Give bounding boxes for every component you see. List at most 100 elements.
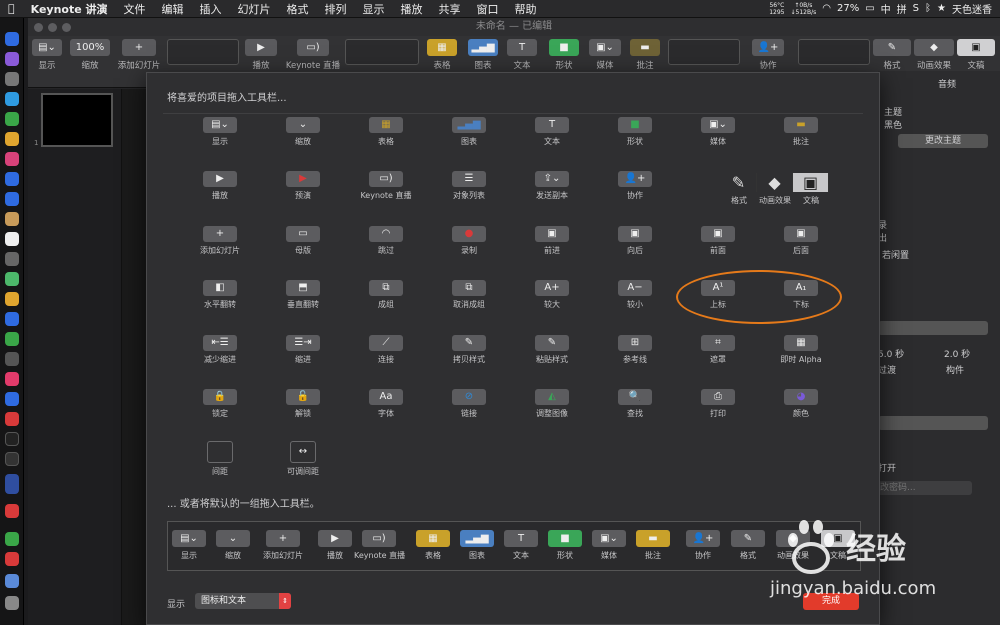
item-decrease-indent[interactable]: ⇤☰ 减少缩进 [185, 335, 255, 365]
sogou-icon[interactable]: S [913, 3, 919, 14]
toolbar-add-slide[interactable]: + 添加幻灯片 [114, 39, 164, 71]
finder-icon[interactable] [5, 32, 19, 46]
default-item-view[interactable]: ▤⌄ 显示 [164, 530, 214, 561]
default-item-add-slide[interactable]: + 添加幻灯片 [258, 530, 308, 561]
activity-monitor-icon[interactable] [5, 452, 19, 466]
input-method-pinyin[interactable]: 拼 [897, 1, 907, 16]
terminal-icon[interactable] [5, 432, 19, 446]
item-instant-alpha[interactable]: ▦ 即时 Alpha [766, 335, 836, 365]
item-master[interactable]: ▭ 母版 [268, 226, 338, 256]
apple-icon[interactable]:  [0, 2, 23, 15]
toolbar-keynote-live[interactable]: ▭) Keynote 直播 [282, 39, 344, 71]
menu-view[interactable]: 显示 [355, 1, 393, 17]
item-smaller[interactable]: A− 较小 [600, 280, 670, 310]
item-backward[interactable]: ▣ 向后 [600, 226, 670, 256]
toolbar-view[interactable]: ▤⌄ 显示 [30, 39, 64, 71]
downloads-folder-icon[interactable] [5, 574, 19, 588]
wechat-icon[interactable] [5, 532, 19, 546]
vivaldi-icon[interactable] [5, 412, 19, 426]
item-play[interactable]: ▶ 播放 [185, 171, 255, 201]
item-skip[interactable]: ◠ 跳过 [351, 226, 421, 256]
menu-insert[interactable]: 插入 [192, 1, 230, 17]
item-add-slide[interactable]: + 添加幻灯片 [185, 226, 255, 256]
item-adjust-image[interactable]: ◭ 调整图像 [517, 389, 587, 419]
toolbar-animate[interactable]: ◆ 动画效果 [912, 39, 956, 71]
toolbar-collaborate[interactable]: 👤+ 协作 [749, 39, 787, 71]
item-ungroup[interactable]: ⧉ 取消成组 [434, 280, 504, 310]
menu-format[interactable]: 格式 [279, 1, 317, 17]
trash-icon[interactable] [5, 596, 19, 610]
zoom-window-button[interactable] [62, 23, 71, 32]
item-unlock[interactable]: 🔓 解锁 [268, 389, 338, 419]
default-item-keynote-live[interactable]: ▭) Keynote 直播 [354, 530, 405, 561]
app-icon-1[interactable] [5, 152, 19, 166]
toolbar-format[interactable]: ✎ 格式 [872, 39, 912, 71]
notes-icon[interactable] [5, 132, 19, 146]
yandex-icon[interactable] [5, 504, 19, 518]
item-rehearse[interactable]: ▶ 预演 [268, 171, 338, 201]
item-back[interactable]: ▣ 后面 [766, 226, 836, 256]
app-icon-6[interactable] [5, 352, 19, 366]
menu-edit[interactable]: 编辑 [154, 1, 192, 17]
item-connect[interactable]: ⟋ 连接 [351, 335, 421, 365]
item-comment[interactable]: ▬ 批注 [766, 117, 836, 147]
default-item-play[interactable]: ▶ 播放 [310, 530, 360, 561]
toolbar-zoom[interactable]: 100% 缩放 [70, 39, 110, 71]
menu-share[interactable]: 共享 [431, 1, 469, 17]
item-text[interactable]: T 文本 [517, 117, 587, 147]
item-copy-style[interactable]: ✎ 拷贝样式 [434, 335, 504, 365]
user-name[interactable]: 天色迷香 [952, 1, 992, 16]
toolbar-play[interactable]: ▶ 播放 [243, 39, 279, 71]
app-icon-3[interactable] [5, 212, 19, 226]
item-object-list[interactable]: ☰ 对象列表 [434, 171, 504, 201]
item-link[interactable]: ⊘ 链接 [434, 389, 504, 419]
menu-play[interactable]: 播放 [393, 1, 431, 17]
calendar-icon[interactable] [5, 232, 19, 246]
item-record[interactable]: ● 录制 [434, 226, 504, 256]
messages-icon[interactable] [5, 332, 19, 346]
inspector-select-1[interactable] [878, 321, 988, 335]
app-icon-4[interactable] [5, 252, 19, 266]
item-space[interactable]: 间距 [185, 441, 255, 477]
item-keynote-live[interactable]: ▭) Keynote 直播 [351, 171, 421, 201]
format-segmented-item[interactable]: ✎ 格式 ◆ 动画效果 ▣ 文稿 [721, 173, 829, 206]
toolbar-text[interactable]: T 文本 [506, 39, 538, 71]
item-shape[interactable]: ■ 形状 [600, 117, 670, 147]
netease-music-icon[interactable] [5, 552, 19, 566]
menu-app[interactable]: Keynote 讲演 [23, 1, 116, 17]
tab-audio[interactable]: 音频 [938, 77, 956, 90]
default-item-media[interactable]: ▣⌄ 媒体 [584, 530, 634, 561]
item-colors[interactable]: ◕ 颜色 [766, 389, 836, 419]
minimize-window-button[interactable] [48, 23, 57, 32]
default-item-table[interactable]: ▦ 表格 [408, 530, 458, 561]
default-item-zoom[interactable]: ⌄ 缩放 [208, 530, 258, 561]
menu-help[interactable]: 帮助 [507, 1, 545, 17]
app-icon-5[interactable] [5, 312, 19, 326]
item-flexible-space[interactable]: ↔ 可调间距 [268, 441, 338, 477]
slide-thumbnail[interactable] [41, 93, 113, 147]
app-store-icon[interactable] [5, 392, 19, 406]
toolbar-shape[interactable]: ■ 形状 [548, 39, 580, 71]
toolbar-media[interactable]: ▣⌄ 媒体 [588, 39, 622, 71]
item-group[interactable]: ⧉ 成组 [351, 280, 421, 310]
battery-percent[interactable]: 27% [837, 3, 859, 14]
input-method-zh[interactable]: 中 [881, 1, 891, 16]
xcode-icon[interactable] [5, 172, 19, 186]
item-mask[interactable]: ⌗ 遮罩 [683, 335, 753, 365]
duration-a-field[interactable]: 5.0 秒 [878, 347, 904, 360]
item-table[interactable]: ▦ 表格 [351, 117, 421, 147]
item-print[interactable]: ⎙ 打印 [683, 389, 753, 419]
item-find[interactable]: 🔍 查找 [600, 389, 670, 419]
change-theme-button[interactable]: 更改主题 [898, 134, 988, 148]
default-item-text[interactable]: T 文本 [496, 530, 546, 561]
star-icon[interactable]: ★ [937, 3, 946, 14]
app-icon-7[interactable] [5, 372, 19, 386]
menu-window[interactable]: 窗口 [469, 1, 507, 17]
change-password-button[interactable]: 改密码... [878, 481, 972, 495]
toolbar-chart[interactable]: ▂▄▆ 图表 [467, 39, 499, 71]
default-item-chart[interactable]: ▂▄▆ 图表 [452, 530, 502, 561]
menu-arrange[interactable]: 排列 [317, 1, 355, 17]
bluetooth-icon[interactable]: ᛒ [925, 3, 931, 14]
app-icon-2[interactable] [5, 192, 19, 206]
launchpad-icon[interactable] [5, 72, 19, 86]
